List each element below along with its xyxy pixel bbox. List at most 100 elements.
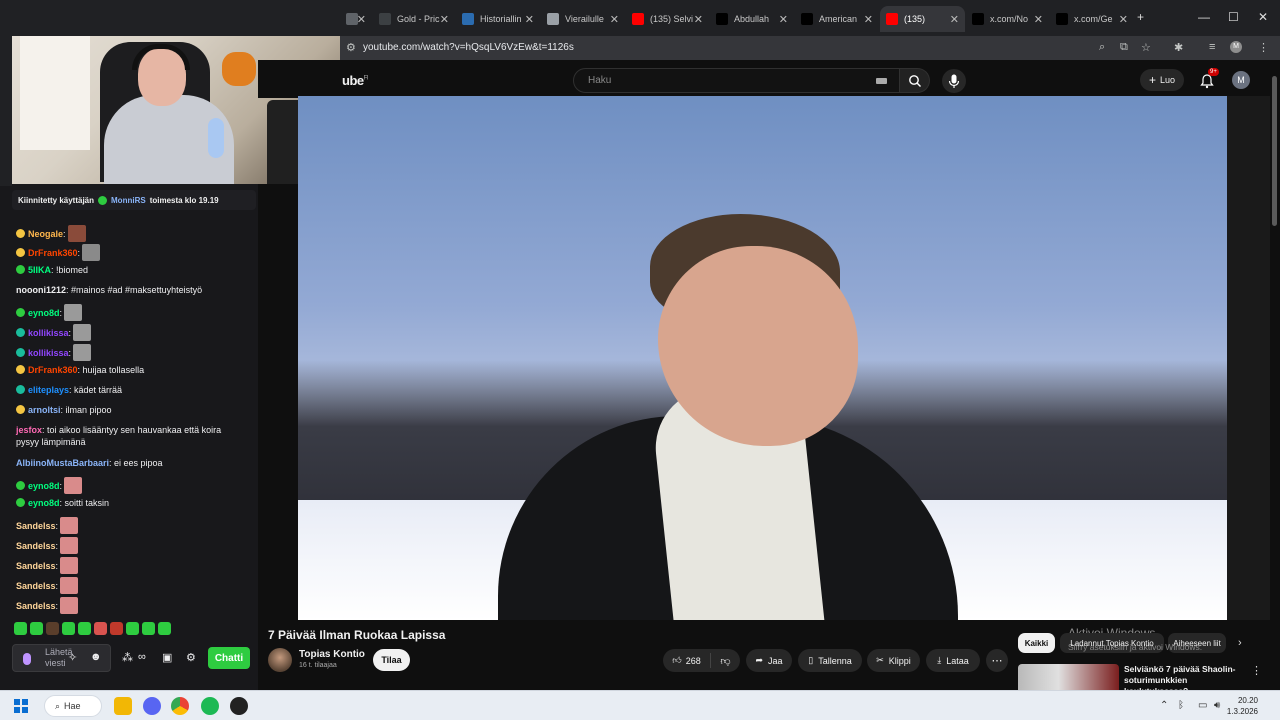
browser-tab[interactable]: (135) ✕ [880, 6, 965, 32]
notifications-button[interactable]: 9+ [1198, 68, 1219, 90]
extensions-icon[interactable]: ✱ [1174, 41, 1183, 54]
chat-username[interactable]: 5IIKA [28, 265, 51, 275]
emoji-icon[interactable]: ☻ [90, 651, 102, 663]
pinned-message-bar[interactable]: Kiinnitetty käyttäjän MonniRS toimesta k… [12, 190, 256, 210]
save-button[interactable]: ▯ Tallenna [798, 649, 862, 672]
emote-icon[interactable] [14, 622, 27, 635]
scrollbar-thumb[interactable] [1272, 76, 1277, 226]
chat-username[interactable]: Sandelss [16, 521, 56, 531]
zoom-icon[interactable]: ⌕ [1099, 41, 1105, 54]
chat-emote-icon[interactable] [60, 557, 79, 574]
chat-username[interactable]: DrFrank360 [28, 248, 78, 258]
video-player[interactable] [298, 96, 1227, 620]
chevron-right-icon[interactable]: › [1238, 637, 1242, 649]
chat-emote-icon[interactable] [82, 244, 101, 261]
browser-tab[interactable]: American ✕ [795, 6, 879, 32]
menu-icon[interactable]: ⋮ [1258, 41, 1269, 54]
browser-tab[interactable]: x.com/No ✕ [966, 6, 1049, 32]
media-icon[interactable]: ≡ [1209, 41, 1215, 53]
chat-username[interactable]: Sandelss [16, 601, 56, 611]
clip-button[interactable]: ✂ Klippi [867, 649, 920, 672]
emote-icon[interactable] [158, 622, 171, 635]
channel-name[interactable]: Topias Kontio [299, 649, 365, 660]
voice-search-button[interactable] [942, 69, 966, 93]
bits-icon[interactable]: ⁂ [122, 651, 133, 664]
browser-tab[interactable]: Abdullah ✕ [710, 6, 794, 32]
like-button[interactable]: 👍︎ 268 [663, 649, 710, 672]
tab-close-icon[interactable]: ✕ [1119, 13, 1128, 26]
chat-badge-icon[interactable] [16, 481, 25, 490]
minimize-icon[interactable]: — [1198, 10, 1210, 24]
chat-username[interactable]: Sandelss [16, 541, 56, 551]
chat-username[interactable]: eyno8d [28, 498, 60, 508]
create-button[interactable]: + Luo [1140, 69, 1184, 91]
taskbar-search[interactable]: ⌕ Hae [44, 695, 102, 717]
address-bar[interactable]: ⚙ youtube.com/watch?v=hQsqLV6VzEw&t=1126… [340, 36, 1280, 60]
dislike-button[interactable]: 👎︎ [711, 649, 740, 672]
search-input[interactable] [588, 75, 838, 86]
chip-all[interactable]: Kaikki [1018, 633, 1055, 653]
tab-close-icon[interactable]: ✕ [1034, 13, 1043, 26]
chat-send-button[interactable]: Chatti [208, 647, 250, 669]
chat-username[interactable]: DrFrank360 [28, 365, 78, 375]
new-tab-button[interactable]: + [1137, 10, 1144, 24]
store-icon[interactable]: ▣ [162, 651, 172, 664]
emote-icon[interactable] [62, 622, 75, 635]
site-info-icon[interactable]: ⚙ [346, 41, 356, 54]
profile-avatar[interactable]: M [1230, 41, 1242, 53]
file-explorer-icon[interactable] [114, 697, 132, 715]
cast-icon[interactable]: ⧉ [1120, 41, 1128, 54]
chat-badge-icon[interactable] [16, 385, 25, 394]
emote-icon[interactable] [46, 622, 59, 635]
browser-tab[interactable]: (135) Selvi ✕ [626, 6, 709, 32]
chat-username[interactable]: Neogale [28, 229, 63, 239]
download-button[interactable]: ⤓ Lataa [926, 649, 980, 672]
tab-close-icon[interactable]: ✕ [779, 13, 788, 26]
keyboard-icon[interactable] [876, 78, 887, 84]
chat-username[interactable]: Sandelss [16, 581, 56, 591]
subscribe-button[interactable]: Tilaa [373, 649, 410, 671]
browser-tab[interactable]: ✕ [340, 6, 372, 32]
chat-emote-icon[interactable] [67, 225, 86, 242]
page-scrollbar[interactable] [1270, 60, 1280, 690]
windows-start-icon[interactable] [14, 699, 28, 713]
chat-badge-icon[interactable] [16, 308, 25, 317]
chat-username[interactable]: eyno8d [28, 481, 60, 491]
bluetooth-icon[interactable]: ᛒ [1178, 700, 1184, 711]
browser-tab[interactable]: Historiallin ✕ [456, 6, 540, 32]
chat-badge-icon[interactable] [16, 365, 25, 374]
gift-icon[interactable]: ✧ [68, 651, 77, 664]
chat-emote-icon[interactable] [64, 477, 83, 494]
more-actions-button[interactable]: ⋯ [986, 649, 1008, 672]
share-button[interactable]: ➦ Jaa [746, 649, 792, 672]
network-icon[interactable]: ▭ [1198, 700, 1207, 711]
tab-close-icon[interactable]: ✕ [610, 13, 619, 26]
gear-icon[interactable]: ⚙ [186, 651, 196, 664]
taskbar-clock[interactable]: 20.20 1.3.2026 [1227, 695, 1258, 717]
chat-emote-icon[interactable] [60, 597, 79, 614]
chat-emote-icon[interactable] [73, 324, 92, 341]
url-text[interactable]: youtube.com/watch?v=hQsqLV6VzEw&t=1126s [363, 42, 574, 53]
browser-tab[interactable]: Vierailulle ✕ [541, 6, 625, 32]
chat-username[interactable]: AlbiinoMustaBarbaari [16, 458, 109, 468]
emote-icon[interactable] [110, 622, 123, 635]
emote-icon[interactable] [142, 622, 155, 635]
tab-close-icon[interactable]: ✕ [950, 13, 959, 26]
chat-username[interactable]: Sandelss [16, 561, 56, 571]
recommended-thumbnail[interactable] [1018, 664, 1119, 690]
tab-close-icon[interactable]: ✕ [357, 13, 366, 26]
tray-chevron-icon[interactable]: ⌃ [1160, 700, 1168, 711]
channel-avatar[interactable] [268, 648, 292, 672]
mic-icon[interactable] [23, 653, 31, 665]
search-button[interactable] [900, 68, 930, 93]
tab-close-icon[interactable]: ✕ [694, 13, 703, 26]
chat-username[interactable]: eliteplays [28, 385, 69, 395]
chat-badge-icon[interactable] [16, 229, 25, 238]
obs-icon[interactable] [230, 697, 248, 715]
browser-tab[interactable]: Gold - Pric ✕ [373, 6, 455, 32]
chat-username[interactable]: jesfox [16, 425, 42, 435]
chrome-icon[interactable] [171, 697, 189, 715]
chat-badge-icon[interactable] [16, 265, 25, 274]
chat-username[interactable]: noooni1212 [16, 285, 66, 295]
chat-emote-icon[interactable] [73, 344, 92, 361]
